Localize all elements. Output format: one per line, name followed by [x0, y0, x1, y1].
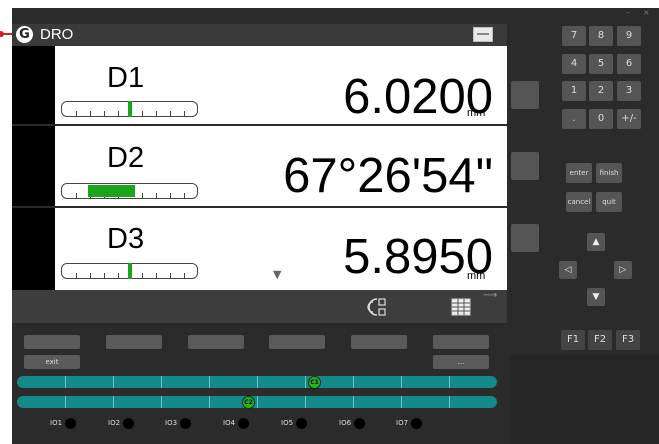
- toolbar: [12, 290, 507, 323]
- left-arrow-button[interactable]: ◁: [559, 261, 577, 279]
- io-led: [354, 417, 366, 429]
- key-0[interactable]: 0: [589, 109, 613, 129]
- probe-icon[interactable]: [366, 296, 388, 318]
- io-led: [180, 417, 192, 429]
- readout-value-d1: 6.0200: [343, 70, 493, 124]
- key-decimal[interactable]: .: [562, 109, 586, 129]
- up-arrow-button[interactable]: ▲: [587, 233, 605, 251]
- finish-button[interactable]: finish: [596, 163, 622, 183]
- io-led: [65, 417, 77, 429]
- io-led: [411, 417, 423, 429]
- softkey-1[interactable]: [24, 335, 80, 349]
- track-marker-c1[interactable]: C1: [308, 376, 321, 389]
- io-label: IO2: [108, 419, 121, 427]
- table-icon[interactable]: [450, 296, 472, 318]
- key-1[interactable]: 1: [562, 81, 586, 101]
- row-divider: [12, 206, 507, 208]
- softkey-4[interactable]: [269, 335, 325, 349]
- down-arrow-button[interactable]: ▼: [587, 288, 605, 306]
- io-indicator: IO7: [396, 417, 423, 429]
- softkey-2[interactable]: [106, 335, 162, 349]
- readout-value-d2: 67°26'54": [283, 149, 493, 203]
- key-7[interactable]: 7: [562, 26, 586, 46]
- more-button[interactable]: ...: [433, 355, 489, 369]
- io-led: [123, 417, 135, 429]
- io-indicator: IO5: [281, 417, 308, 429]
- row-divider: [12, 124, 507, 126]
- key-2[interactable]: 2: [589, 81, 613, 101]
- io-indicator: IO3: [165, 417, 192, 429]
- f2-button[interactable]: F2: [588, 330, 612, 350]
- minimize-icon[interactable]: –: [626, 8, 630, 17]
- readout-gutter: [12, 46, 55, 290]
- io-label: IO6: [339, 419, 352, 427]
- key-9[interactable]: 9: [617, 26, 641, 46]
- pointer-dot: [0, 31, 4, 37]
- side-button-d3[interactable]: [511, 224, 539, 252]
- softkey-5[interactable]: [351, 335, 407, 349]
- key-6[interactable]: 6: [617, 54, 641, 74]
- app-title: DRO: [40, 26, 74, 43]
- arrow-right-icon: ⟶: [483, 290, 498, 301]
- window-toggle-icon[interactable]: [473, 27, 493, 42]
- softkey-6[interactable]: [433, 335, 489, 349]
- io-indicator: IO2: [108, 417, 135, 429]
- key-4[interactable]: 4: [562, 54, 586, 74]
- io-label: IO5: [281, 419, 294, 427]
- io-indicator: IO4: [223, 417, 250, 429]
- readout-unit-d3: mm: [467, 270, 486, 282]
- f3-button[interactable]: F3: [616, 330, 640, 350]
- quit-button[interactable]: quit: [596, 192, 622, 212]
- io-label: IO7: [396, 419, 409, 427]
- io-indicator: IO1: [50, 417, 77, 429]
- track-1[interactable]: C1: [17, 376, 497, 389]
- readout-value-d3: 5.8950: [343, 230, 493, 284]
- exit-button[interactable]: exit: [24, 355, 80, 369]
- io-label: IO3: [165, 419, 178, 427]
- key-5[interactable]: 5: [589, 54, 613, 74]
- softkey-3[interactable]: [188, 335, 244, 349]
- side-button-d1[interactable]: [511, 81, 539, 109]
- io-led: [296, 417, 308, 429]
- io-led: [238, 417, 250, 429]
- keypad-footer: [510, 355, 659, 444]
- key-8[interactable]: 8: [589, 26, 613, 46]
- key-3[interactable]: 3: [617, 81, 641, 101]
- close-icon[interactable]: ×: [643, 8, 650, 17]
- readout-unit-d1: mm: [467, 107, 486, 119]
- io-label: IO4: [223, 419, 236, 427]
- f1-button[interactable]: F1: [561, 330, 585, 350]
- side-button-d2[interactable]: [511, 152, 539, 180]
- enter-button[interactable]: enter: [566, 163, 592, 183]
- cancel-button[interactable]: cancel: [566, 192, 592, 212]
- track-2[interactable]: C2: [17, 396, 497, 409]
- app-logo-icon: G: [16, 26, 33, 43]
- track-marker-c2[interactable]: C2: [242, 396, 255, 409]
- io-indicator: IO6: [339, 417, 366, 429]
- right-arrow-button[interactable]: ▷: [614, 261, 632, 279]
- io-label: IO1: [50, 419, 63, 427]
- key-plus-minus[interactable]: +/-: [617, 109, 641, 129]
- title-bar: [12, 24, 507, 46]
